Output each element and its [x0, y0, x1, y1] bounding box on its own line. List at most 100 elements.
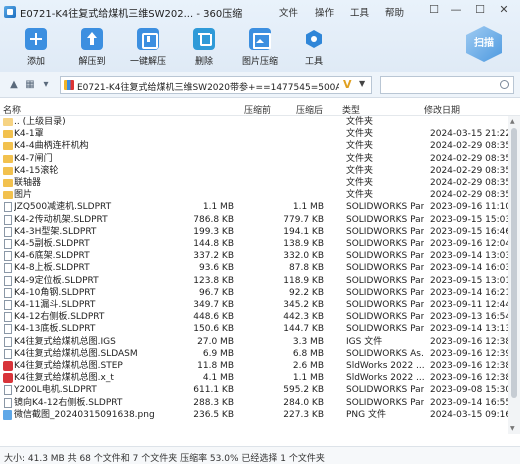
table-row[interactable]: K4往复式给煤机总图.x_t 4.1 MB 1.1 MB SldWorks 2022 …: [0, 372, 508, 384]
table-row[interactable]: Y200L电机.SLDPRT 611.1 KB 595.2 KB SOLIDWORKS…: [0, 384, 508, 396]
up-arrow-icon[interactable]: ▲: [8, 78, 20, 92]
solidworks-file-icon: [3, 361, 13, 371]
table-row[interactable]: K4往复式给煤机总图.IGS 27.0 MB 3.3 MB IGS 文件 2023-09…: [0, 336, 508, 348]
file-modified: 2023-09-16 11:10: [430, 202, 508, 213]
minimize-button[interactable]: —: [448, 2, 464, 18]
document-icon: [4, 263, 12, 274]
file-modified: 2023-09-14 13:03: [430, 251, 508, 262]
file-size: 11.8 MB: [197, 361, 234, 371]
file-type: 文件夹: [346, 129, 374, 140]
status-text: 大小: 41.3 MB 共 68 个文件和 7 个文件夹 压缩率 53.0% 已…: [4, 454, 325, 464]
file-type: SOLIDWORKS Par...: [346, 214, 424, 225]
path-dropdown-icon[interactable]: ▼: [359, 79, 365, 88]
table-row[interactable]: K4往复式给煤机总图.SLDASM 6.9 MB 6.8 MB SOLIDWORKS …: [0, 348, 508, 360]
image-compress-button[interactable]: 图片压缩: [238, 28, 282, 67]
file-type: 文件夹: [346, 190, 374, 201]
table-row[interactable]: 联轴器 文件夹 2024-02-29 08:35: [0, 177, 508, 189]
file-list: .. (上级目录) 文件夹 K4-1罩 文件夹 2024-03-15 21:22 K4-4…: [0, 116, 520, 434]
tools-button[interactable]: 工具: [292, 28, 336, 67]
document-icon: [4, 239, 12, 249]
scroll-down-icon[interactable]: ▼: [510, 425, 515, 432]
table-row[interactable]: 图片 文件夹 2024-02-29 08:35: [0, 189, 508, 201]
search-input[interactable]: [380, 76, 514, 94]
document-icon: [4, 287, 12, 298]
table-row[interactable]: K4-15滚轮 文件夹 2024-02-29 08:35: [0, 165, 508, 177]
table-row[interactable]: K4往复式给煤机总图.STEP 11.8 MB 2.6 MB SldWorks 202…: [0, 360, 508, 372]
folder-icon: [3, 179, 13, 187]
one-click-extract-button[interactable]: 一键解压: [126, 28, 170, 67]
file-compressed-size: 284.0 KB: [283, 397, 324, 408]
file-type: 文件夹: [346, 141, 374, 152]
path-input[interactable]: E0721-K4往复式给煤机三维SW2020带参+==1477545=500A.…: [60, 76, 372, 94]
table-row[interactable]: K4-8上板.SLDPRT 93.6 KB 87.8 KB SOLIDWORKS Pa…: [0, 262, 508, 274]
column-name[interactable]: 名称: [3, 103, 21, 116]
file-compressed-size: 3.3 MB: [292, 336, 324, 347]
file-modified: 2024-03-15 09:16: [430, 409, 508, 420]
menu-tools[interactable]: 工具: [350, 5, 369, 19]
table-row[interactable]: K4-5副板.SLDPRT 144.8 KB 138.9 KB SOLIDWORKS …: [0, 238, 508, 250]
maximize-button[interactable]: ☐: [472, 2, 488, 18]
search-icon: [500, 80, 509, 89]
view-toggle-icon[interactable]: ▦: [24, 78, 36, 92]
delete-button[interactable]: 删除: [182, 28, 226, 67]
parent-folder-icon: [3, 118, 13, 126]
vip-icon[interactable]: V: [343, 77, 357, 93]
vertical-scrollbar[interactable]: ▲ ▼: [508, 116, 520, 434]
view-dropdown-icon[interactable]: ▾: [40, 78, 52, 92]
close-button[interactable]: ✕: [496, 2, 512, 18]
scroll-up-icon[interactable]: ▲: [510, 118, 515, 125]
column-modified[interactable]: 修改日期: [424, 103, 460, 116]
menu-help[interactable]: 帮助: [385, 5, 404, 19]
table-row[interactable]: K4-3H型架.SLDPRT 199.3 KB 194.1 KB SOLIDWORKS…: [0, 226, 508, 238]
file-compressed-size: 779.7 KB: [283, 214, 324, 225]
file-size: 144.8 KB: [193, 239, 234, 249]
table-row[interactable]: K4-12右侧板.SLDPRT 448.6 KB 442.3 KB SOLIDWORK…: [0, 311, 508, 323]
menu-file[interactable]: 文件: [279, 5, 298, 19]
file-type: SOLIDWORKS Par...: [346, 324, 424, 335]
file-type: PNG 文件: [346, 409, 386, 420]
table-row[interactable]: 微信截图_20240315091638.png 236.5 KB 227.3 KB P…: [0, 409, 508, 421]
scroll-thumb[interactable]: [511, 128, 517, 398]
delete-icon: [193, 28, 215, 50]
file-modified: 2023-09-11 12:44: [430, 300, 508, 310]
file-modified: 2024-02-29 08:35: [430, 153, 508, 164]
document-icon: [4, 385, 12, 396]
table-row[interactable]: K4-1罩 文件夹 2024-03-15 21:22: [0, 128, 508, 140]
table-row[interactable]: .. (上级目录) 文件夹: [0, 116, 508, 128]
file-modified: 2023-09-14 13:13: [430, 324, 508, 335]
file-modified: 2023-09-16 12:38: [430, 361, 508, 371]
file-modified: 2023-09-15 15:03: [430, 214, 508, 225]
table-row[interactable]: JZQ500减速机.SLDPRT 1.1 MB 1.1 MB SOLIDWORKS P…: [0, 201, 508, 213]
file-compressed-size: 2.6 MB: [292, 361, 324, 371]
table-row[interactable]: 镜向K4-12右侧板.SLDPRT 288.3 KB 284.0 KB SOLIDWO…: [0, 397, 508, 409]
file-modified: 2023-09-15 16:46: [430, 226, 508, 237]
file-compressed-size: 194.1 KB: [283, 226, 324, 237]
table-row[interactable]: K4-10角钢.SLDPRT 96.7 KB 92.2 KB SOLIDWORKS P…: [0, 287, 508, 299]
column-size[interactable]: 压缩前: [244, 103, 271, 116]
file-modified: 2023-09-16 12:38: [430, 373, 508, 384]
file-modified: 2023-09-16 12:39: [430, 348, 508, 359]
file-compressed-size: 6.8 MB: [292, 348, 324, 359]
file-type: SOLIDWORKS Par...: [346, 263, 424, 274]
table-row[interactable]: K4-2传动机架.SLDPRT 786.8 KB 779.7 KB SOLIDWORK…: [0, 214, 508, 226]
extract-to-button[interactable]: 解压到: [70, 28, 114, 67]
table-row[interactable]: K4-11漏斗.SLDPRT 349.7 KB 345.2 KB SOLIDWORKS…: [0, 299, 508, 311]
column-type[interactable]: 类型: [342, 103, 360, 116]
path-text: E0721-K4往复式给煤机三维SW2020带参+==1477545=500A.…: [77, 83, 339, 93]
table-row[interactable]: K4-6底架.SLDPRT 337.2 KB 332.0 KB SOLIDWORKS …: [0, 250, 508, 262]
folder-icon: [3, 130, 13, 139]
menu-operation[interactable]: 操作: [315, 5, 334, 19]
file-modified: 2024-02-29 08:35: [430, 190, 508, 201]
file-size: 349.7 KB: [193, 300, 234, 310]
skin-icon[interactable]: ☐: [426, 2, 442, 18]
one-click-extract-icon: [137, 28, 159, 50]
column-compressed[interactable]: 压缩后: [296, 103, 323, 116]
table-row[interactable]: K4-13底板.SLDPRT 150.6 KB 144.7 KB SOLIDWORKS…: [0, 323, 508, 335]
scan-button[interactable]: 扫描: [466, 26, 502, 62]
table-row[interactable]: K4-4曲柄连杆机构 文件夹 2024-02-29 08:35: [0, 140, 508, 152]
table-row[interactable]: K4-9定位板.SLDPRT 123.8 KB 118.9 KB SOLIDWORKS…: [0, 275, 508, 287]
add-button[interactable]: 添加: [14, 28, 58, 67]
table-row[interactable]: K4-7闸门 文件夹 2024-02-29 08:35: [0, 153, 508, 165]
folder-icon: [3, 191, 13, 200]
file-size: 6.9 MB: [202, 348, 234, 359]
